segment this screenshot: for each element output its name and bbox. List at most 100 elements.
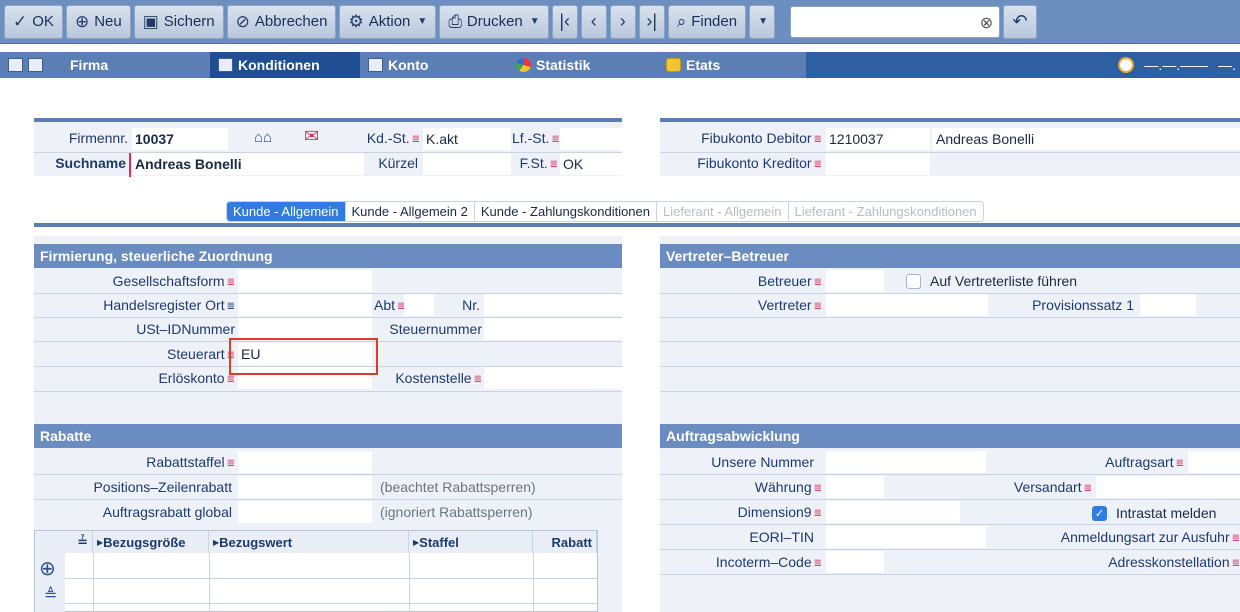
header-panel-left: Firmennr. 10037 ⌂⌂ ✉ Kd.-St. ≣ K.akt Lf.-… (34, 118, 622, 177)
first-record-button[interactable]: |‹ (551, 4, 578, 39)
handelsregister-field[interactable] (238, 294, 372, 316)
undo-icon: ↶ (1012, 11, 1028, 31)
row-divider (660, 391, 1240, 392)
column-staffel[interactable]: ▶ Staffel (409, 531, 533, 553)
unsere-nummer-field[interactable] (826, 451, 986, 473)
previous-record-button[interactable]: ‹ (580, 4, 607, 39)
abt-label: Abt ≣ (374, 297, 406, 313)
row-divider (660, 549, 1240, 550)
betreuer-field[interactable] (826, 270, 884, 292)
gear-icon: ⚙ (348, 11, 364, 31)
tab-firma[interactable]: Firma (62, 52, 210, 78)
row-divider (660, 366, 1240, 367)
tab-statistik[interactable]: Statistik (508, 52, 658, 78)
clear-icon[interactable]: ⊗ (980, 13, 993, 33)
abt-field[interactable] (404, 294, 434, 316)
suchname-field[interactable]: Andreas Bonelli (132, 153, 364, 175)
auftragsart-field[interactable] (1188, 451, 1240, 473)
tab-etats[interactable]: Etats (658, 52, 798, 78)
provisionssatz-field[interactable] (1140, 294, 1196, 316)
incoterm-field[interactable] (826, 551, 884, 573)
erloeskonto-label: Erlöskonto ≣ (158, 370, 235, 386)
rabattstaffel-field[interactable] (238, 451, 372, 473)
checkmark-icon: ✓ (13, 11, 28, 31)
steuerart-label: Steuerart ≣ (167, 346, 235, 362)
cancel-button[interactable]: ⊘ Abbrechen (226, 4, 337, 39)
cancel-icon: ⊘ (235, 11, 250, 31)
kdst-field[interactable]: K.akt (423, 128, 511, 150)
tab-konto[interactable]: Konto (360, 52, 508, 78)
column-bezugsgroesse[interactable]: ▶ Bezugsgröße (93, 531, 209, 553)
table-sort-handle[interactable]: ≟ (35, 531, 93, 553)
find-dropdown-button[interactable]: ▼ (749, 4, 776, 39)
tab-konditionen[interactable]: Konditionen (210, 52, 360, 78)
fibu-kreditor-label: Fibukonto Kreditor ≣ (697, 155, 822, 171)
search-input[interactable]: ⊗ (790, 5, 1001, 38)
date-field: —.—.—— (1144, 57, 1209, 73)
add-row-icon[interactable]: ⊕ (39, 556, 56, 581)
nr-field[interactable] (484, 294, 622, 316)
intrastat-checkbox[interactable]: ✓ (1092, 506, 1107, 521)
lfst-field[interactable] (560, 128, 622, 150)
positions-field[interactable] (238, 476, 372, 498)
row-divider (660, 152, 1240, 153)
required-marker (129, 153, 131, 177)
subtab-kunde-allgemein[interactable]: Kunde - Allgemein (227, 202, 346, 221)
alarm-clock-icon[interactable] (1118, 57, 1135, 73)
betreuer-label: Betreuer ≣ (757, 273, 822, 289)
column-rabatt[interactable]: Rabatt (533, 531, 597, 553)
tab-menu[interactable] (0, 52, 62, 78)
search-icon: ⌕ (676, 11, 687, 31)
kostenstelle-field[interactable] (484, 367, 622, 389)
undo-button[interactable]: ↶ (1003, 4, 1038, 39)
action-button[interactable]: ⚙ Aktion ▼ (339, 4, 437, 39)
eori-field[interactable] (826, 526, 986, 548)
vertreterliste-checkbox[interactable] (906, 274, 921, 289)
next-record-button[interactable]: › (609, 4, 636, 39)
fibu-debitor-field[interactable]: 1210037 (826, 128, 930, 150)
steuernummer-label: Steuernummer (389, 321, 482, 337)
sort-rows-icon[interactable]: ≜ (44, 585, 57, 605)
subtab-kunde-zahlungskonditionen[interactable]: Kunde - Zahlungskonditionen (475, 202, 657, 221)
kuerzel-field[interactable] (423, 153, 511, 175)
save-button[interactable]: ▣ Sichern (133, 4, 224, 39)
new-button[interactable]: ⊕ Neu (65, 4, 131, 39)
row-divider (660, 524, 1240, 525)
highlight-box (229, 338, 378, 375)
waehrung-field[interactable] (826, 476, 884, 498)
auftragsrabatt-field[interactable] (238, 501, 372, 523)
find-button[interactable]: ⌕ Finden (667, 4, 747, 39)
chevron-down-icon: ▼ (758, 16, 769, 27)
chevron-down-icon: ▼ (529, 16, 540, 27)
nr-label: Nr. (462, 297, 480, 313)
row-divider (660, 499, 1240, 500)
vertreter-field[interactable] (826, 294, 988, 316)
suchname-label: Suchname (55, 155, 126, 171)
ustid-field[interactable] (238, 318, 372, 340)
sort-icon: ≟ (77, 534, 88, 549)
fst-field[interactable]: OK (560, 153, 622, 175)
eori-label: EORI–TIN (749, 529, 814, 545)
ok-button[interactable]: ✓ OK (4, 4, 63, 39)
mail-crossed-icon[interactable]: ✉ (304, 126, 319, 147)
first-icon: |‹ (559, 11, 571, 31)
print-button[interactable]: ⎙ Drucken ▼ (439, 4, 549, 39)
positions-note: (beachtet Rabattsperren) (380, 479, 536, 495)
dimension9-field[interactable] (826, 501, 960, 523)
steuernummer-field[interactable] (484, 318, 622, 340)
last-record-button[interactable]: ›| (638, 4, 665, 39)
versandart-field[interactable] (1096, 476, 1240, 498)
subtab-kunde-allgemein-2[interactable]: Kunde - Allgemein 2 (346, 202, 475, 221)
auftrag-panel: Auftragsabwicklung Unsere Nummer Auftrag… (660, 420, 1240, 612)
column-bezugswert[interactable]: ▶ Bezugswert (209, 531, 409, 553)
fibu-kreditor-field[interactable] (826, 153, 930, 175)
rabatt-table: ≟ ▶ Bezugsgröße ▶ Bezugswert ▶ Staffel Raba… (34, 530, 598, 612)
kuerzel-label: Kürzel (378, 155, 418, 171)
home-icon[interactable]: ⌂⌂ (254, 129, 272, 146)
firmennr-field[interactable]: 10037 (132, 128, 228, 150)
header-panel-right: Fibukonto Debitor ≣ 1210037 Andreas Bonel… (660, 118, 1240, 176)
document-icon (368, 58, 383, 72)
gesellschaftsform-field[interactable] (238, 270, 372, 292)
lfst-label: Lf.-St. ≣ (512, 130, 560, 146)
ustid-label: USt–IDNummer (136, 321, 235, 337)
